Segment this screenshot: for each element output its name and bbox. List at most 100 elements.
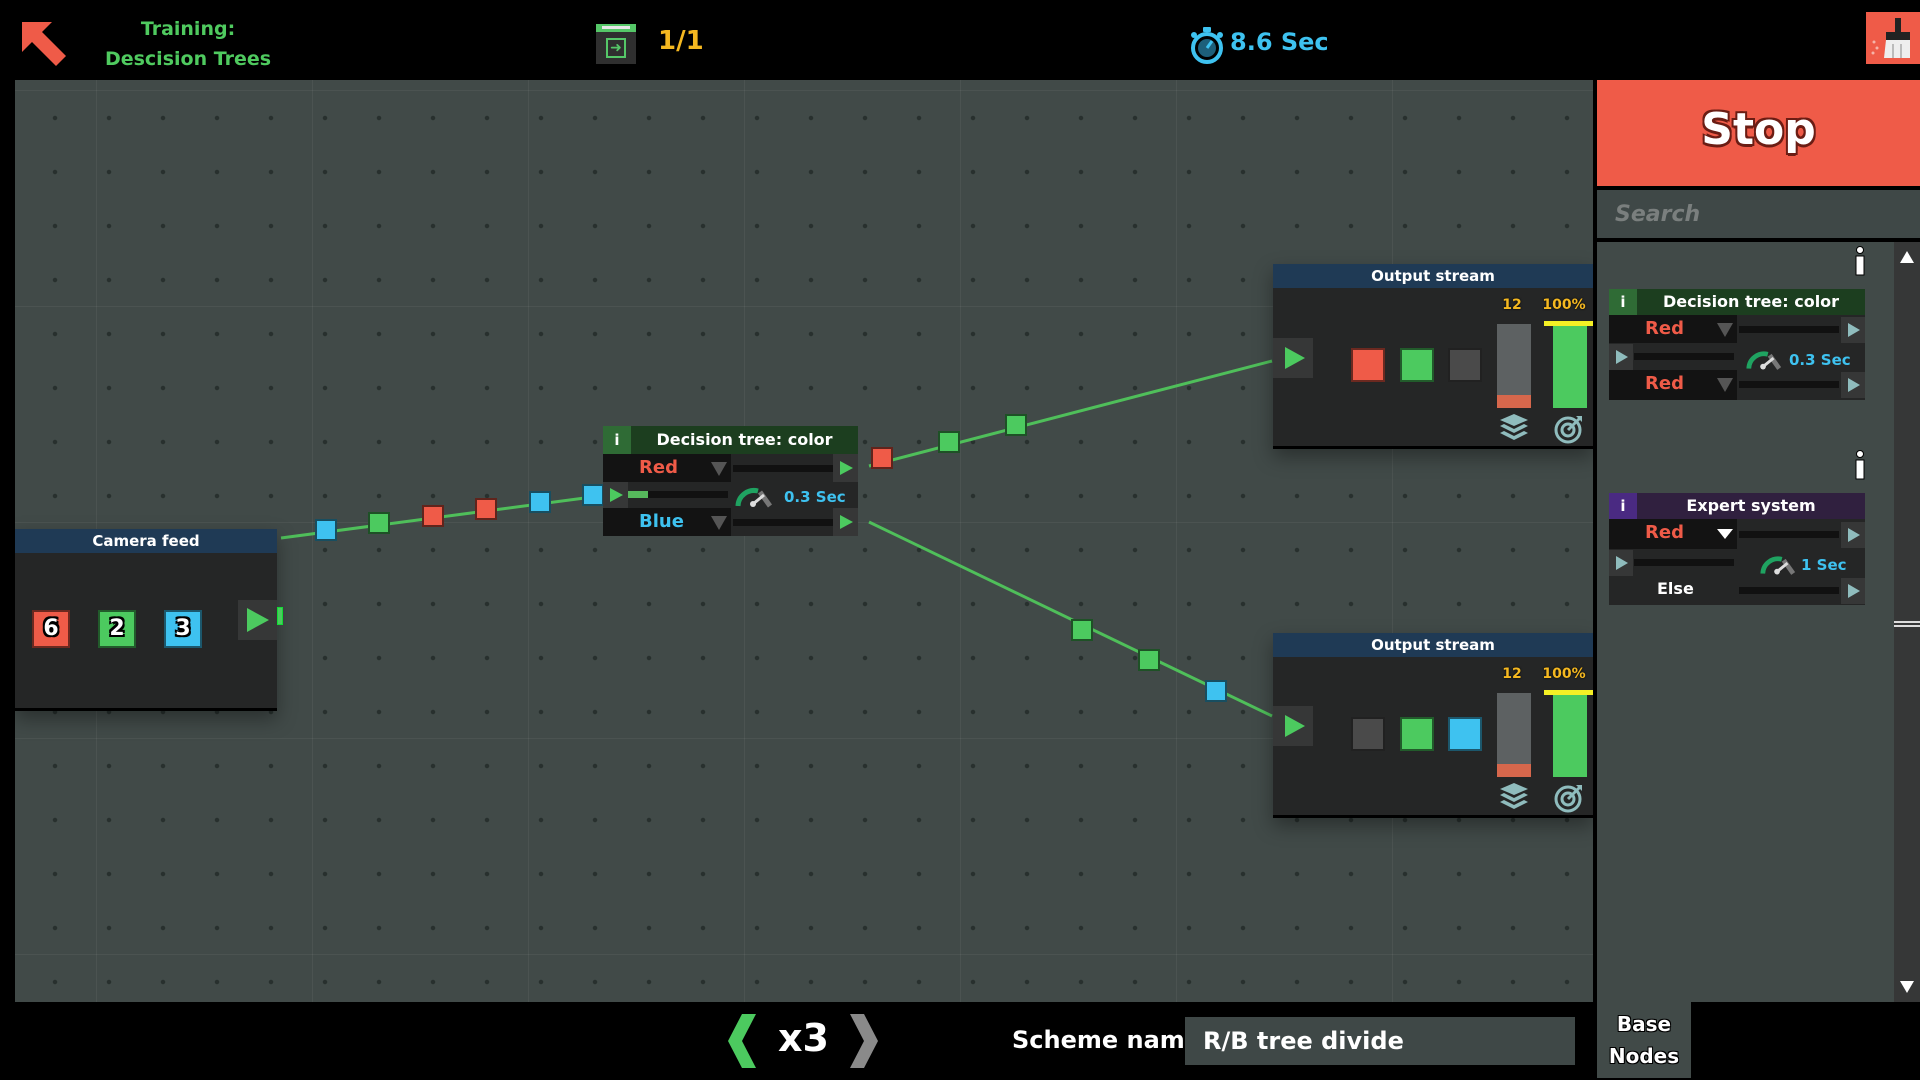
output-slot (1351, 348, 1385, 382)
decision-input-port[interactable] (603, 482, 628, 508)
output-stream-top-input-port[interactable] (1273, 338, 1313, 378)
branch-top-select[interactable]: Red (603, 454, 731, 482)
branch-bottom-track (733, 519, 833, 526)
play-icon (840, 461, 853, 475)
level-icon-bar (596, 24, 636, 32)
top-bar: Training: Descision Trees ➜ 1/1 8.6 Sec (0, 0, 1920, 80)
output-count: 12 (1502, 666, 1522, 682)
branch-top-value: Red (639, 457, 678, 478)
decision-tree-node[interactable]: i Decision tree: color Red 0.3 Sec Blue (603, 426, 858, 536)
play-icon (1848, 378, 1860, 392)
play-icon (247, 608, 269, 632)
input-progress-track (628, 491, 728, 498)
packet-to-bottom-output (1071, 619, 1093, 641)
decision-speed: 0.3 Sec (784, 488, 846, 506)
broom-icon (1871, 18, 1910, 58)
packet-incoming (475, 498, 497, 520)
info-button[interactable]: i (1609, 289, 1637, 315)
output-slot (1351, 717, 1385, 751)
camera-feed-title: Camera feed (15, 529, 277, 553)
node-canvas[interactable]: Camera feed 6 2 3 i Decision tree: color… (15, 80, 1593, 1002)
output-accuracy: 100% (1542, 297, 1586, 313)
output-stream-title: Output stream (1273, 633, 1593, 657)
stop-button[interactable]: Stop (1597, 80, 1920, 186)
play-icon (1848, 528, 1860, 542)
level-select-icon[interactable]: ➜ (596, 24, 636, 64)
info-button[interactable]: i (1609, 493, 1637, 519)
packet-to-bottom-output (1138, 649, 1160, 671)
palette-item-expert-system[interactable]: i Expert system Red 1 Sec Else (1609, 493, 1865, 605)
clear-scheme-button[interactable] (1866, 12, 1920, 64)
decision-tree-title: Decision tree: color (656, 430, 833, 449)
track (1739, 587, 1839, 594)
play-icon (1848, 323, 1860, 337)
scheme-name-input[interactable] (1185, 1017, 1575, 1065)
output-stream-bottom-input-port[interactable] (1273, 706, 1313, 746)
speed-gauge-icon (1760, 556, 1796, 575)
speed-decrease-button[interactable] (728, 1014, 756, 1068)
palette-expert-body: Red 1 Sec Else (1609, 519, 1865, 605)
play-icon (1616, 556, 1628, 570)
info-button[interactable]: i (603, 426, 631, 454)
chevron-right-icon (850, 1014, 878, 1068)
speed-gauge-icon (735, 488, 773, 508)
palette-input-port (1609, 550, 1633, 576)
tab-base-nodes[interactable]: Base Nodes (1597, 1002, 1691, 1078)
packet-to-top-output (871, 447, 893, 469)
track (1739, 381, 1839, 388)
packet-incoming (582, 484, 604, 506)
branch-top-output-port[interactable] (833, 454, 858, 482)
info-icon[interactable] (1853, 246, 1867, 276)
palette-expert-header: i Expert system (1609, 493, 1865, 519)
palette-output-port (1841, 522, 1865, 548)
branch-bottom-select[interactable]: Blue (603, 508, 731, 536)
scroll-down-icon[interactable] (1899, 980, 1915, 994)
branch-top-track (733, 465, 833, 472)
back-arrow-icon (22, 22, 66, 66)
palette-branch-bottom-select[interactable]: Red (1609, 370, 1737, 400)
play-icon (1848, 584, 1860, 598)
packet-incoming (315, 519, 337, 541)
chevron-left-icon (728, 1014, 756, 1068)
palette-item-decision-tree[interactable]: i Decision tree: color Red 0.3 Sec Red (1609, 289, 1865, 403)
track (1739, 531, 1839, 538)
branch-bottom-output-port[interactable] (833, 508, 858, 536)
scroll-thumb-line[interactable] (1894, 625, 1920, 627)
palette-branch-top-select[interactable]: Red (1609, 315, 1737, 343)
palette-output-port (1841, 578, 1865, 604)
palette-expert-else-label: Else (1657, 579, 1694, 598)
camera-feed-port-stub (277, 607, 283, 625)
scroll-thumb-line[interactable] (1894, 621, 1920, 623)
dropdown-arrow-icon (1717, 378, 1733, 392)
output-stream-node-top[interactable]: Output stream 12 100% (1273, 264, 1593, 449)
input-progress-fill (628, 491, 648, 498)
track (1634, 559, 1734, 566)
info-icon[interactable] (1853, 450, 1867, 480)
packet-to-top-output (938, 431, 960, 453)
level-counter: 1/1 (658, 26, 704, 56)
palette-branch-top-value: Red (1645, 318, 1684, 339)
scroll-up-icon[interactable] (1899, 250, 1915, 264)
output-stream-node-bottom[interactable]: Output stream 12 100% (1273, 633, 1593, 818)
node-search-input[interactable] (1597, 190, 1920, 238)
palette-expert-value: Red (1645, 522, 1684, 543)
output-accuracy: 100% (1542, 666, 1586, 682)
palette-expert-title: Expert system (1686, 496, 1816, 515)
back-arrow-button[interactable] (20, 20, 70, 70)
count-bar (1497, 693, 1531, 777)
packet-to-bottom-output (1205, 680, 1227, 702)
camera-feed-output-port[interactable] (238, 600, 277, 640)
speed-multiplier: x3 (778, 1016, 829, 1060)
palette-expert-select[interactable]: Red (1609, 519, 1737, 549)
speed-increase-button[interactable] (850, 1014, 878, 1068)
play-icon (1285, 715, 1305, 737)
timer-readout: 8.6 Sec (1230, 28, 1329, 56)
dropdown-arrow-icon (1717, 529, 1733, 539)
palette-decision-speed: 0.3 Sec (1789, 351, 1851, 369)
chip-blue-count: 3 (164, 610, 202, 648)
palette-scrollbar[interactable] (1894, 242, 1920, 1002)
palette-output-port (1841, 317, 1865, 343)
count-bar-fill (1497, 395, 1531, 408)
count-bar (1497, 324, 1531, 408)
output-slot (1400, 717, 1434, 751)
